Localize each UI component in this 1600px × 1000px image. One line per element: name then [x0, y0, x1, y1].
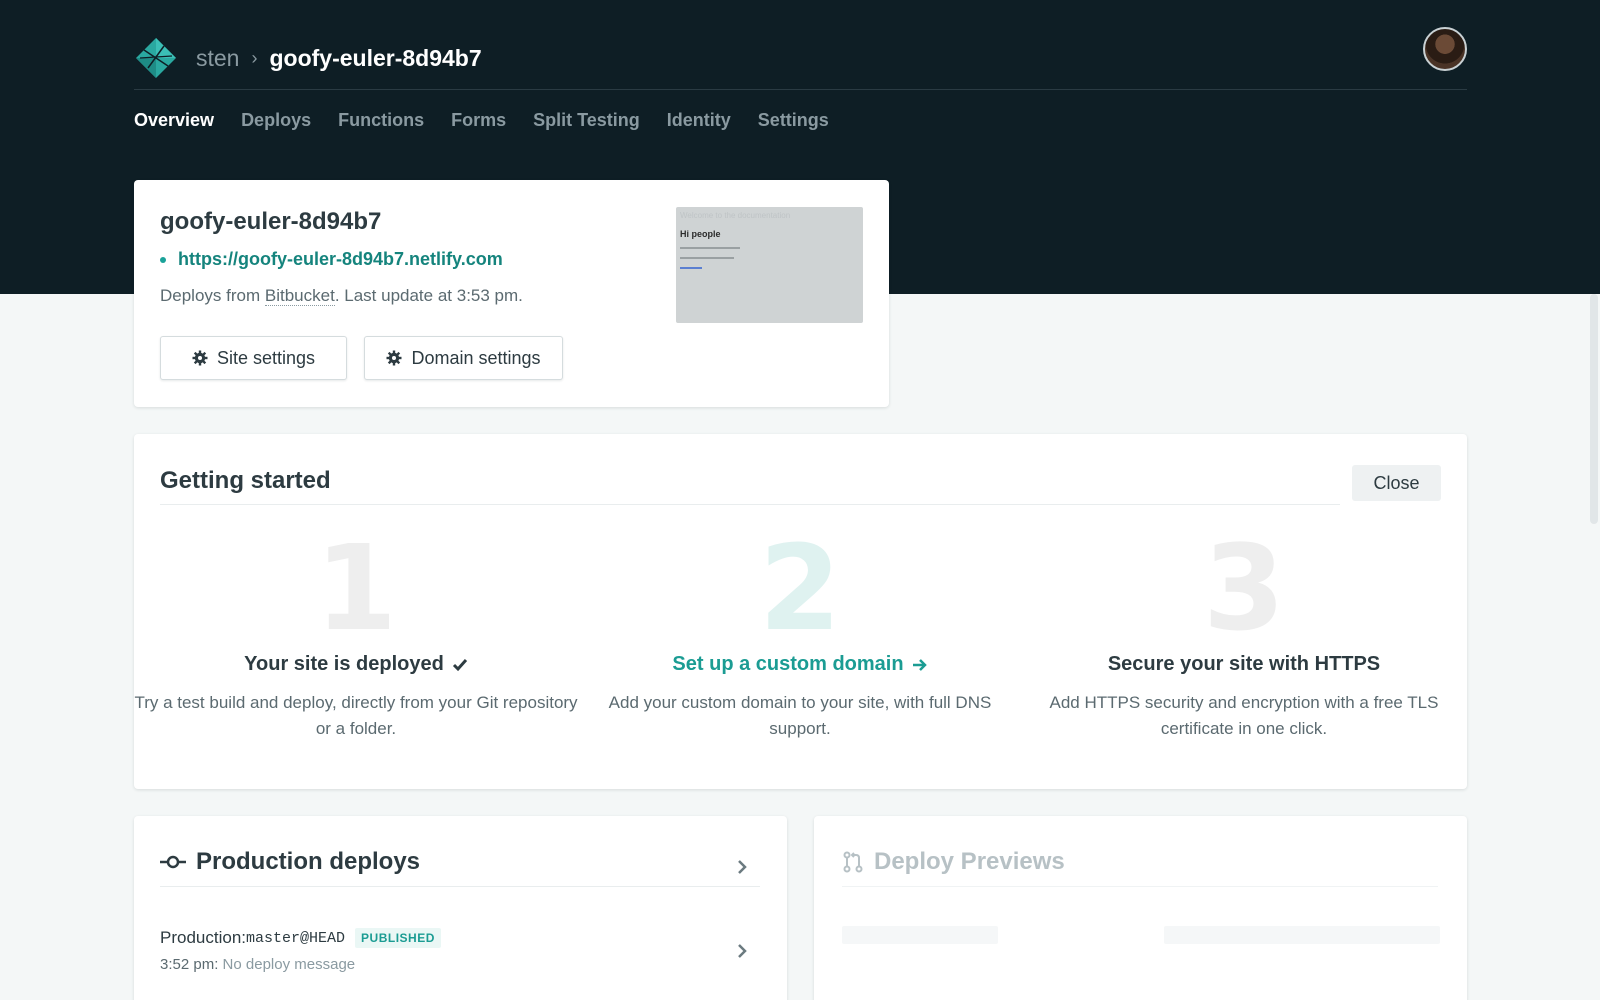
header-divider — [134, 89, 1467, 90]
getting-started-title: Getting started — [160, 467, 331, 494]
preview-text-line — [680, 257, 734, 259]
step-https: 3 Secure your site with HTTPS Add HTTPS … — [1022, 529, 1466, 742]
tab-settings[interactable]: Settings — [758, 110, 829, 131]
step-number: 2 — [758, 519, 842, 657]
chevron-right-icon[interactable] — [737, 943, 747, 959]
step-heading-text: Your site is deployed — [244, 653, 444, 675]
loading-placeholder — [842, 926, 998, 944]
site-nav: Overview Deploys Functions Forms Split T… — [134, 110, 829, 131]
deploy-provider-link[interactable]: Bitbucket — [264, 286, 335, 306]
step-description: Add HTTPS security and encryption with a… — [1049, 693, 1439, 738]
deploy-previews-title[interactable]: Deploy Previews — [842, 848, 1065, 876]
site-url-row: https://goofy-euler-8d94b7.netlify.com — [160, 249, 503, 270]
site-overview-card: goofy-euler-8d94b7 https://goofy-euler-8… — [134, 180, 889, 407]
close-button[interactable]: Close — [1352, 465, 1441, 501]
step-number: 3 — [1202, 519, 1286, 657]
domain-settings-label: Domain settings — [411, 347, 541, 368]
check-icon — [452, 658, 467, 671]
site-screenshot-preview[interactable]: Welcome to the documentation Hi people — [676, 207, 863, 323]
custom-domain-link[interactable]: Set up a custom domain — [578, 653, 1022, 676]
tab-identity[interactable]: Identity — [667, 110, 731, 131]
gear-icon — [192, 350, 208, 366]
deploy-line: Production: master@HEAD PUBLISHED — [160, 928, 760, 948]
commit-icon — [160, 855, 186, 869]
breadcrumb: sten › goofy-euler-8d94b7 — [196, 45, 482, 72]
top-bar: sten › goofy-euler-8d94b7 — [134, 26, 1467, 90]
arrow-right-icon — [912, 658, 927, 671]
deploy-message: No deploy message — [222, 956, 356, 973]
site-title: goofy-euler-8d94b7 — [160, 208, 382, 235]
domain-settings-button[interactable]: Domain settings — [364, 336, 563, 380]
breadcrumb-site[interactable]: goofy-euler-8d94b7 — [269, 45, 481, 72]
production-divider — [160, 886, 760, 887]
breadcrumb-team[interactable]: sten — [196, 45, 239, 72]
production-deploys-title[interactable]: Production deploys — [160, 848, 420, 876]
preview-title: Hi people — [680, 229, 721, 239]
deploy-meta-prefix: Deploys from — [160, 286, 265, 305]
step-number: 1 — [314, 519, 398, 657]
getting-started-divider — [160, 504, 1340, 505]
pull-request-icon — [843, 851, 863, 873]
previews-divider — [842, 886, 1438, 887]
step-description: Try a test build and deploy, directly fr… — [134, 693, 578, 738]
deploy-previews-card: Deploy Previews — [814, 816, 1467, 1000]
gear-icon — [386, 350, 402, 366]
deploy-ref: master@HEAD — [246, 929, 346, 947]
chevron-right-icon[interactable] — [737, 859, 747, 875]
production-deploys-label: Production deploys — [196, 848, 421, 875]
deploy-previews-label: Deploy Previews — [874, 848, 1065, 875]
deploy-label: Production: — [160, 928, 246, 947]
deploy-meta-suffix: . Last update at 3:53 pm. — [334, 286, 523, 305]
production-deploys-card: Production deploys Production: master@HE… — [134, 816, 787, 1000]
tab-overview[interactable]: Overview — [134, 110, 214, 131]
site-url-link[interactable]: https://goofy-euler-8d94b7.netlify.com — [178, 249, 503, 270]
getting-started-card: Getting started Close 1 Your site is dep… — [134, 434, 1467, 789]
tab-forms[interactable]: Forms — [451, 110, 506, 131]
chevron-right-icon: › — [251, 47, 258, 68]
step-deployed: 1 Your site is deployed Try a test build… — [134, 529, 578, 742]
preview-text-line — [680, 247, 740, 249]
scrollbar[interactable] — [1590, 294, 1598, 524]
loading-placeholder — [1164, 926, 1440, 944]
site-settings-button[interactable]: Site settings — [160, 336, 347, 380]
step-heading: Secure your site with HTTPS — [1022, 653, 1466, 676]
step-heading-text: Secure your site with HTTPS — [1107, 653, 1381, 675]
preview-link-line — [680, 267, 702, 269]
tab-deploys[interactable]: Deploys — [241, 110, 311, 131]
tab-split-testing[interactable]: Split Testing — [533, 110, 640, 131]
deploy-meta: Deploys from Bitbucket. Last update at 3… — [160, 286, 523, 306]
step-description: Add your custom domain to your site, wit… — [608, 693, 992, 738]
deploy-list-item[interactable]: Production: master@HEAD PUBLISHED 3:52 p… — [160, 928, 760, 973]
status-badge: PUBLISHED — [355, 928, 441, 948]
deploy-meta-line: 3:52 pm: No deploy message — [160, 956, 760, 973]
status-dot-icon — [160, 256, 166, 263]
site-settings-label: Site settings — [216, 347, 316, 368]
preview-heading: Welcome to the documentation — [680, 211, 791, 220]
avatar[interactable] — [1423, 27, 1467, 71]
step-heading-text: Set up a custom domain — [672, 653, 904, 675]
netlify-logo-icon[interactable] — [134, 36, 178, 80]
tab-functions[interactable]: Functions — [338, 110, 424, 131]
deploy-time: 3:52 pm: — [160, 956, 223, 973]
step-heading: Your site is deployed — [134, 653, 578, 676]
step-custom-domain[interactable]: 2 Set up a custom domain Add your custom… — [578, 529, 1022, 742]
